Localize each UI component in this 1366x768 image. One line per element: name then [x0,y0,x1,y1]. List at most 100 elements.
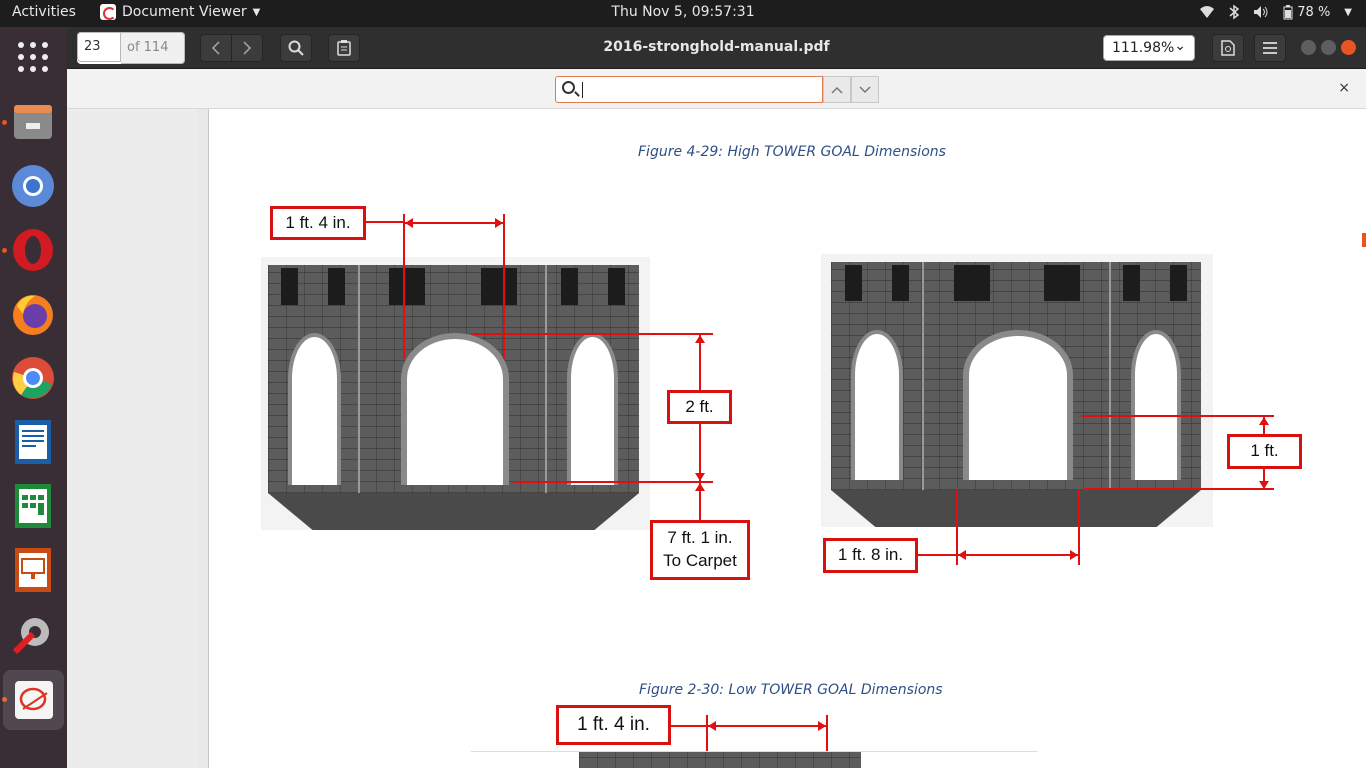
dimension-line [366,221,403,223]
scrollbar-thumb[interactable] [1362,233,1366,247]
grid-icon [18,42,48,72]
chevron-down-icon [859,85,871,93]
find-close-button[interactable]: × [1338,80,1350,96]
running-indicator [2,248,7,253]
next-page-button[interactable] [231,34,263,62]
zoom-select[interactable]: 111.98% ⌄ [1103,35,1195,61]
arrow-icon [708,721,716,731]
print-button[interactable] [1212,34,1244,62]
battery-percent: 78 % [1297,4,1331,20]
annotations-button[interactable] [328,34,360,62]
find-next-button[interactable] [851,76,879,103]
writer-icon [15,420,51,464]
dimension-label: 1 ft. 4 in. [556,705,671,745]
minimize-button[interactable] [1301,40,1316,55]
dimension-line [958,554,1078,556]
dimension-label: 1 ft. [1227,434,1302,469]
dock-files[interactable] [8,97,58,147]
dock-chrome[interactable] [8,353,58,403]
find-previous-button[interactable] [823,76,851,103]
chromium-icon [12,165,54,207]
close-button[interactable] [1341,40,1356,55]
maximize-button[interactable] [1321,40,1336,55]
dock-calc[interactable] [8,481,58,531]
app-menu-label: Document Viewer [122,4,247,20]
activities-button[interactable]: Activities [12,4,76,20]
dock-writer[interactable] [8,417,58,467]
opera-icon [13,229,53,271]
dock-firefox[interactable] [8,289,58,339]
dock-document-viewer[interactable] [3,670,64,730]
arrow-icon [818,721,826,731]
dimension-line [708,725,826,727]
document-icon [1221,40,1235,56]
previous-page-button[interactable] [200,34,232,62]
dimension-label: 1 ft. 8 in. [823,538,918,573]
chrome-icon [12,357,54,399]
menu-button[interactable] [1254,34,1286,62]
clock[interactable]: Thu Nov 5, 09:57:31 [611,4,754,20]
high-tower-back-image [821,254,1213,527]
app-menu[interactable]: Document Viewer ▼ [100,4,260,20]
impress-icon [15,548,51,592]
page-number-input[interactable]: 23 [77,32,121,62]
system-tray[interactable]: 78 % ▼ [1199,4,1352,20]
figure-caption: Figure 2-30: Low TOWER GOAL Dimensions [639,682,943,698]
find-input[interactable] [555,76,823,103]
high-tower-front-image [261,257,650,530]
bluetooth-icon [1229,4,1240,20]
carpet-height-value: 7 ft. 1 in. [667,528,733,548]
arrow-icon [1259,417,1269,425]
page-total: of 114 [121,32,185,64]
dock-impress[interactable] [8,545,58,595]
dimension-line [403,214,405,359]
search-button[interactable] [280,34,312,62]
dimension-label: 1 ft. 4 in. [270,206,366,240]
chevron-up-icon [831,86,843,94]
settings-icon [12,618,49,655]
arrow-icon [1070,550,1078,560]
dock-opera[interactable] [8,225,58,275]
carpet-height-label: 7 ft. 1 in. To Carpet [650,520,750,580]
arrow-icon [695,473,705,481]
show-applications-button[interactable] [8,32,58,82]
text-cursor [582,82,583,98]
battery-indicator: 78 % [1283,4,1331,20]
running-indicator [2,120,7,125]
chevron-down-icon: ▼ [1344,6,1352,18]
arrow-icon [958,550,966,560]
header-bar: 23 of 114 2016-stronghold-manual.pdf 111… [67,27,1366,69]
dimension-line [471,333,713,335]
document-viewer-icon [100,4,116,20]
low-tower-image [471,751,1037,768]
dimension-line [1083,488,1274,490]
dimension-line [405,222,503,224]
calc-icon [15,484,51,528]
dimension-line [1081,415,1274,417]
dimension-line [503,214,505,359]
search-icon [288,40,304,56]
dock [0,27,67,768]
dimension-line [671,725,706,727]
dimension-line [1078,489,1080,565]
hamburger-icon [1263,42,1277,54]
arrow-icon [695,335,705,343]
arrow-icon [495,218,503,228]
clipboard-icon [337,40,351,56]
find-bar: × [67,69,1366,109]
pdf-page: Figure 4-29: High TOWER GOAL Dimensions [198,109,1366,768]
dock-system-tools[interactable] [8,609,58,659]
document-view[interactable]: Figure 4-29: High TOWER GOAL Dimensions [67,109,1366,768]
page-selector: 23 of 114 [77,32,185,64]
chevron-down-icon: ▼ [252,6,261,18]
battery-icon [1283,4,1293,19]
dimension-line [513,481,713,483]
chevron-left-icon [211,41,220,55]
arrow-icon [1259,481,1269,489]
volume-icon [1254,6,1268,18]
dock-chromium[interactable] [8,161,58,211]
document-viewer-icon [14,681,53,719]
wifi-icon [1200,6,1215,18]
zoom-value: 111.98% [1112,40,1175,56]
dimension-label: 2 ft. [667,390,732,424]
